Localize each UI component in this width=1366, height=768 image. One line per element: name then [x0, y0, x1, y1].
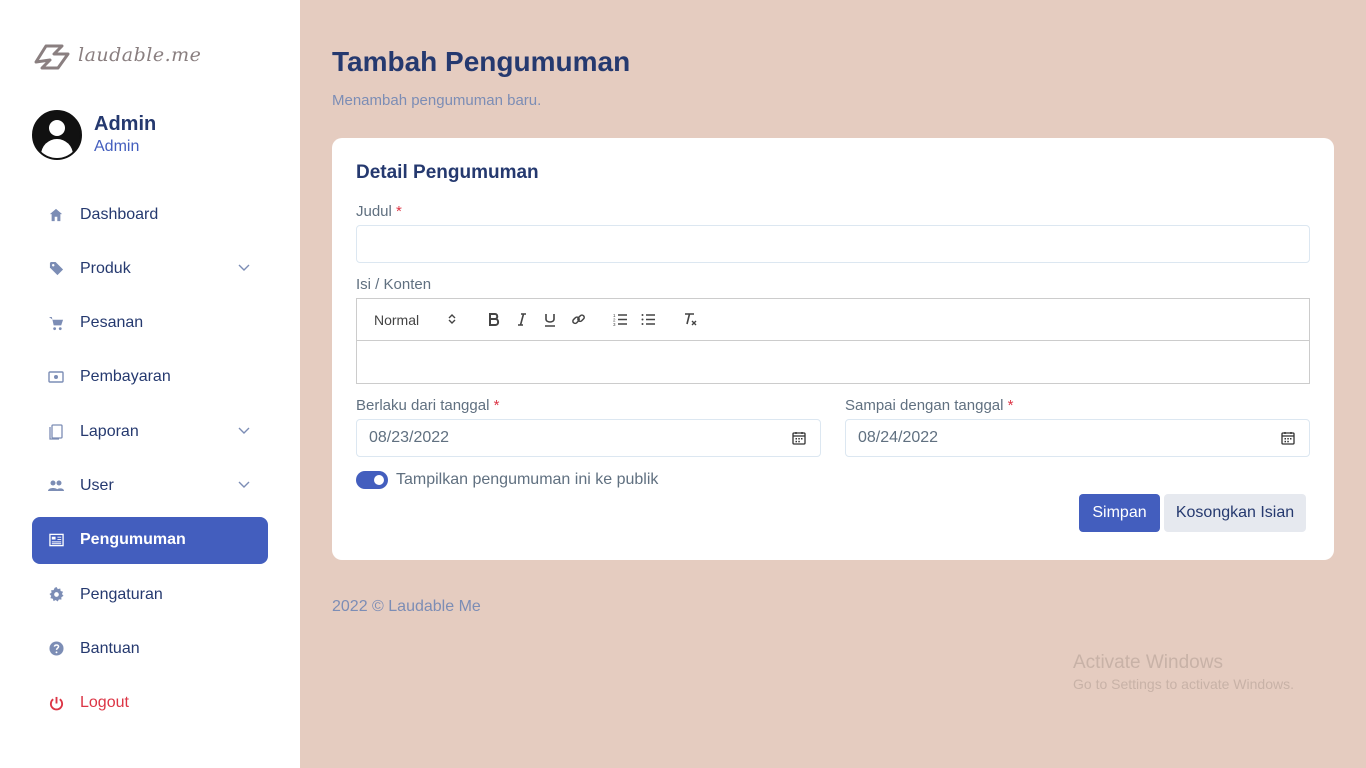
- power-icon: [48, 695, 64, 711]
- sidebar-item-label: User: [80, 476, 114, 494]
- sidebar-item-produk[interactable]: Produk: [32, 245, 268, 292]
- toggle-knob: [374, 475, 384, 485]
- sidebar-menu: Dashboard Produk Pesanan Pembayaran Lapo…: [32, 191, 268, 734]
- italic-icon[interactable]: [508, 308, 536, 332]
- sidebar-item-label: Dashboard: [80, 205, 159, 223]
- editor-toolbar: Normal 123: [357, 299, 1309, 341]
- format-select[interactable]: Normal: [374, 312, 460, 328]
- document-icon: [48, 424, 64, 440]
- sidebar-item-label: Pengumuman: [80, 531, 186, 549]
- sidebar-item-label: Logout: [80, 694, 129, 712]
- required-mark: *: [396, 203, 402, 220]
- ordered-list-icon[interactable]: 123: [606, 308, 634, 332]
- user-profile: Admin Admin: [32, 110, 156, 160]
- svg-text:3: 3: [613, 322, 616, 326]
- sidebar-item-label: Laporan: [80, 422, 139, 440]
- sidebar-item-label: Produk: [80, 259, 131, 277]
- sidebar-item-pengaturan[interactable]: Pengaturan: [32, 571, 268, 618]
- logo-text: laudable.me: [78, 44, 202, 66]
- required-mark: *: [1007, 397, 1014, 414]
- home-icon: [48, 207, 64, 223]
- public-toggle-label: Tampilkan pengumuman ini ke publik: [396, 471, 659, 488]
- main-content: Tambah Pengumuman Menambah pengumuman ba…: [300, 0, 1366, 768]
- cash-icon: [48, 369, 64, 385]
- chevron-down-icon: [238, 260, 250, 278]
- sidebar-item-user[interactable]: User: [32, 462, 268, 509]
- sidebar-item-pesanan[interactable]: Pesanan: [32, 300, 268, 347]
- required-mark: *: [493, 397, 500, 414]
- sidebar-item-pembayaran[interactable]: Pembayaran: [32, 354, 268, 401]
- avatar: [32, 110, 82, 160]
- users-icon: [48, 478, 64, 494]
- bold-icon[interactable]: [480, 308, 508, 332]
- sidebar-item-label: Pembayaran: [80, 368, 171, 386]
- bullet-list-icon[interactable]: [634, 308, 662, 332]
- editor-content-area[interactable]: [357, 341, 1309, 383]
- link-icon[interactable]: [564, 308, 592, 332]
- sidebar-item-bantuan[interactable]: Bantuan: [32, 625, 268, 672]
- question-icon: [48, 641, 64, 657]
- footer: 2022 © Laudable Me: [332, 598, 481, 615]
- logo-mark-icon: [34, 44, 70, 70]
- sidebar: laudable.me Admin Admin Dashboard Produk: [0, 0, 300, 768]
- start-date-input[interactable]: 08/23/2022: [356, 419, 821, 457]
- sidebar-item-pengumuman[interactable]: Pengumuman: [32, 516, 268, 564]
- sidebar-item-laporan[interactable]: Laporan: [32, 408, 268, 455]
- page-subtitle: Menambah pengumuman baru.: [332, 92, 542, 109]
- tag-icon: [48, 261, 64, 277]
- title-input[interactable]: [356, 225, 1310, 263]
- underline-icon[interactable]: [536, 308, 564, 332]
- title-label: Judul *: [356, 203, 402, 220]
- page-title: Tambah Pengumuman: [332, 46, 631, 77]
- brand-logo[interactable]: laudable.me: [32, 40, 201, 70]
- sidebar-item-logout[interactable]: Logout: [32, 680, 268, 727]
- calendar-icon[interactable]: [792, 431, 806, 450]
- chevron-down-icon: [238, 477, 250, 495]
- end-date-label: Sampai dengan tanggal *: [845, 397, 1014, 414]
- save-button[interactable]: Simpan: [1079, 494, 1160, 532]
- sidebar-item-dashboard[interactable]: Dashboard: [32, 191, 268, 238]
- end-date-input[interactable]: 08/24/2022: [845, 419, 1310, 457]
- sidebar-item-label: Pengaturan: [80, 585, 163, 603]
- content-label: Isi / Konten: [356, 276, 432, 293]
- gear-icon: [48, 587, 64, 603]
- public-toggle[interactable]: [356, 471, 388, 489]
- chevron-down-icon: [238, 423, 250, 441]
- sidebar-item-label: Bantuan: [80, 639, 140, 657]
- announcement-form-card: Detail Pengumuman Judul * Isi / Konten N…: [332, 138, 1334, 560]
- profile-name: Admin: [94, 113, 157, 135]
- clear-format-icon[interactable]: [676, 308, 704, 332]
- start-date-label: Berlaku dari tanggal *: [356, 397, 500, 414]
- watermark-subtitle: Go to Settings to activate Windows.: [1073, 676, 1294, 692]
- calendar-icon[interactable]: [1281, 431, 1295, 450]
- profile-role: Admin: [94, 138, 140, 155]
- cart-icon: [48, 315, 64, 331]
- card-title: Detail Pengumuman: [356, 162, 539, 183]
- windows-activation-watermark: Activate Windows Go to Settings to activ…: [1073, 652, 1294, 692]
- watermark-title: Activate Windows: [1073, 652, 1223, 673]
- sidebar-item-label: Pesanan: [80, 314, 144, 332]
- rich-text-editor: Normal 123: [356, 298, 1310, 384]
- newspaper-icon: [48, 532, 64, 548]
- select-arrows-icon: [448, 312, 456, 328]
- reset-button[interactable]: Kosongkan Isian: [1164, 494, 1306, 532]
